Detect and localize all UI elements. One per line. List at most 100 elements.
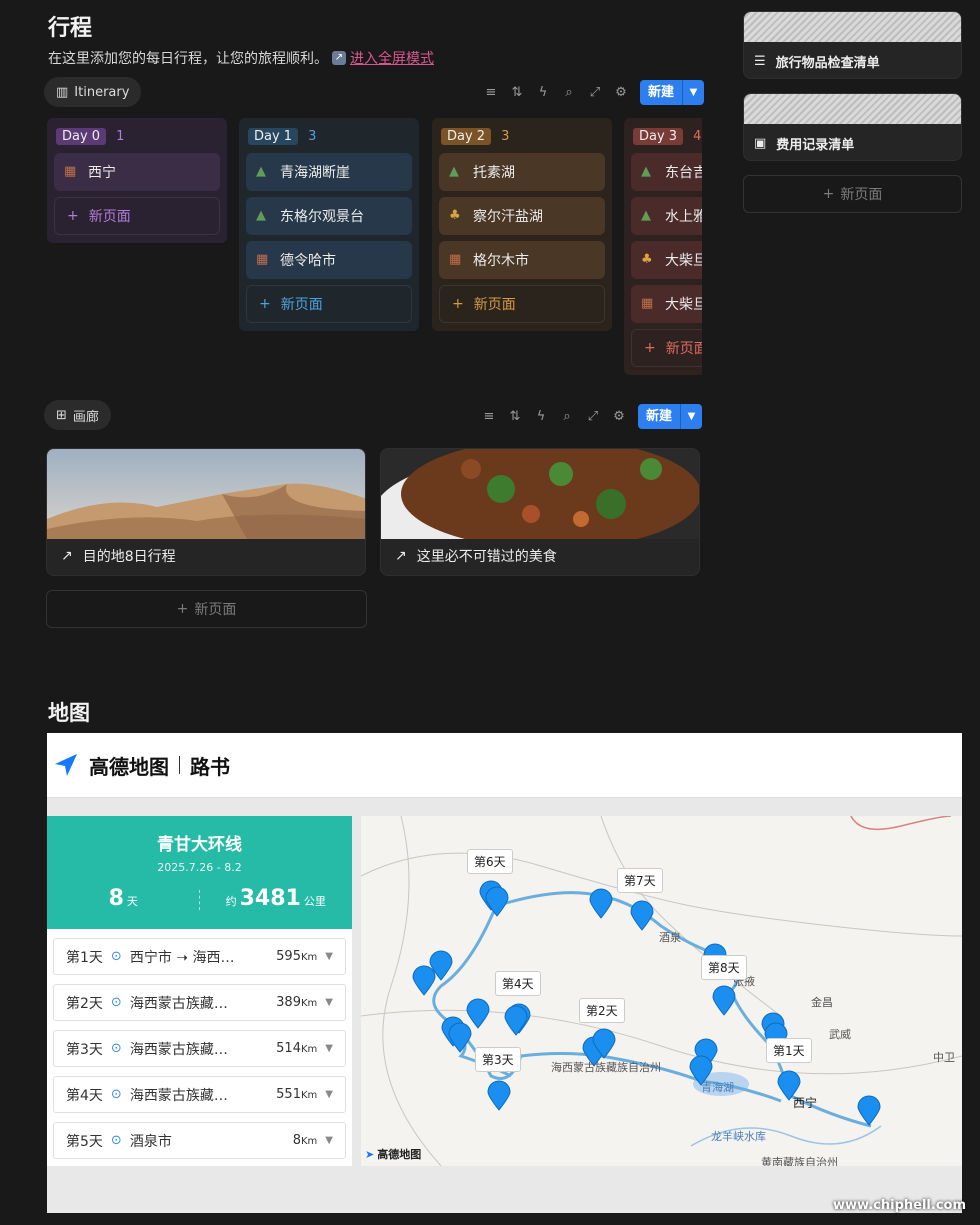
board-card[interactable]: ▲ 托素湖 — [439, 153, 605, 191]
day-marker-label[interactable]: 第4天 — [495, 971, 541, 996]
chevron-down-icon[interactable]: ▼ — [682, 80, 704, 105]
automation-icon[interactable]: ϟ — [536, 85, 550, 100]
distance-unit: Km — [300, 1044, 318, 1055]
day-marker-label[interactable]: 第1天 — [766, 1038, 812, 1063]
chevron-down-icon[interactable]: ▼ — [680, 404, 702, 429]
day-row[interactable]: 第4天 ⊙ 海西蒙古族藏… 551Km ▼ — [53, 1076, 346, 1113]
settings-icon[interactable]: ⚙ — [612, 409, 626, 424]
chevron-down-icon[interactable]: ▼ — [325, 997, 333, 1008]
day-marker-label[interactable]: 第8天 — [701, 955, 747, 980]
column-tag[interactable]: Day 3 — [633, 127, 684, 145]
sidebar-card-checklist[interactable]: ☰ 旅行物品检查清单 — [743, 11, 962, 79]
day-row[interactable]: 第5天 ⊙ 酒泉市 8Km ▼ — [53, 1122, 346, 1159]
day-stops: 海西蒙古族藏… — [129, 1087, 228, 1104]
expand-icon[interactable]: ⤢ — [588, 85, 602, 100]
board-card[interactable]: ▦ 德令哈市 — [246, 241, 412, 279]
distance-unit: Km — [300, 1136, 318, 1147]
new-button[interactable]: 新建 ▼ — [638, 404, 703, 429]
map-canvas[interactable]: 酒泉 张掖 金昌 武威 中卫 西宁 青海湖 海西蒙古族藏族自治州 龙羊峡水库 黄… — [361, 816, 962, 1166]
board-card[interactable]: ▦ 大柴旦镇 — [631, 285, 702, 323]
place-name: 西宁 — [793, 1096, 818, 1110]
board-card[interactable]: ▦ 西宁 — [54, 153, 220, 191]
subtitle-text: 在这里添加您的每日行程，让您的旅程顺利。 — [48, 51, 328, 67]
island-icon: ♣ — [449, 208, 461, 223]
settings-icon[interactable]: ⚙ — [614, 85, 628, 100]
card-title: 格尔木市 — [473, 253, 529, 269]
sidebar-card-expenses[interactable]: ▣ 费用记录清单 — [743, 93, 962, 161]
column-tag[interactable]: Day 0 — [56, 127, 107, 145]
day-marker-label[interactable]: 第6天 — [467, 849, 513, 874]
add-page-label: 新页面 — [280, 297, 323, 313]
map-header: 高德地图 路书 — [47, 733, 962, 798]
day-distance: 595Km — [276, 949, 317, 964]
expand-icon[interactable]: ⤢ — [586, 409, 600, 424]
gallery-card-food[interactable]: ↗ 这里必不可错过的美食 — [380, 448, 700, 576]
day-distance: 8Km — [293, 1133, 318, 1148]
gallery-add-page-button[interactable]: + 新页面 — [46, 590, 367, 628]
column-add-page-button[interactable]: + 新页面 — [54, 197, 220, 235]
board-card[interactable]: ▦ 格尔木市 — [439, 241, 605, 279]
board-card[interactable]: ▲ 东台吉乃尔湖 — [631, 153, 702, 191]
sort-icon[interactable]: ⇅ — [510, 85, 524, 100]
filter-icon[interactable]: ≡ — [484, 85, 498, 100]
automation-icon[interactable]: ϟ — [534, 409, 548, 424]
chevron-down-icon[interactable]: ▼ — [325, 1089, 333, 1100]
place-name: 中卫 — [933, 1051, 955, 1064]
view-tab-gallery[interactable]: ⊞ 画廊 — [44, 400, 111, 430]
column-tag[interactable]: Day 1 — [248, 127, 299, 145]
fullscreen-link[interactable]: 进入全屏模式 — [350, 48, 434, 68]
gallery-view-icon: ⊞ — [56, 407, 67, 423]
column-count: 1 — [116, 128, 125, 144]
filter-icon[interactable]: ≡ — [482, 409, 496, 424]
board-column: Day 3 4 ▲ 东台吉乃尔湖 ▲ 水上雅丹 ♣ 大柴旦翡翠湖 ▦ 大柴旦镇 + 新页面 — [624, 118, 702, 375]
sidebar-add-page-button[interactable]: + 新页面 — [743, 175, 962, 213]
route-panel: 青甘大环线 2025.7.26 - 8.2 8 天 约 3481 公里 第1天 ⊙… — [47, 816, 352, 1166]
new-button-label: 新建 — [646, 409, 673, 424]
chevron-down-icon[interactable]: ▼ — [325, 1135, 333, 1146]
location-pin-icon: ⊙ — [110, 1133, 122, 1148]
board-card[interactable]: ▲ 青海湖断崖 — [246, 153, 412, 191]
map-logo: ➤ 高德地图 — [365, 1146, 421, 1162]
chevron-down-icon[interactable]: ▼ — [325, 1043, 333, 1054]
sketch-image — [744, 12, 961, 42]
column-count: 3 — [501, 128, 510, 144]
route-distance: 约 3481 公里 — [200, 886, 353, 911]
column-count: 3 — [308, 128, 317, 144]
new-button[interactable]: 新建 ▼ — [640, 80, 705, 105]
sort-icon[interactable]: ⇅ — [508, 409, 522, 424]
day-row[interactable]: 第2天 ⊙ 海西蒙古族藏… 389Km ▼ — [53, 984, 346, 1021]
day-stops: 西宁市 ➝ 海西… — [129, 949, 235, 966]
gallery-card-itinerary[interactable]: ↗ 目的地8日行程 — [46, 448, 366, 576]
view-tab-itinerary[interactable]: ▥ Itinerary — [44, 77, 142, 107]
day-marker-label[interactable]: 第7天 — [617, 868, 663, 893]
gallery-card-title: 目的地8日行程 — [82, 549, 176, 565]
distance-value: 514 — [276, 1041, 301, 1056]
day-marker-label[interactable]: 第2天 — [579, 998, 625, 1023]
column-add-page-button[interactable]: + 新页面 — [439, 285, 605, 323]
search-icon[interactable]: ⌕ — [560, 409, 574, 424]
place-name: 金昌 — [811, 996, 833, 1009]
day-marker-label[interactable]: 第3天 — [475, 1047, 521, 1072]
view-tab-label: 画廊 — [72, 409, 99, 425]
itinerary-board: Day 0 1 ▦ 西宁 + 新页面 Day 1 3 ▲ 青海湖断崖 ▲ 东格尔观景台 ▦ 德令哈市 + 新页… — [47, 118, 702, 388]
column-add-page-button[interactable]: + 新页面 — [631, 329, 702, 367]
add-page-label: 新页面 — [88, 209, 131, 225]
day-label: 第2天 — [66, 995, 103, 1012]
board-card[interactable]: ▲ 水上雅丹 — [631, 197, 702, 235]
route-name: 青甘大环线 — [157, 835, 242, 855]
amap-logo-icon — [55, 754, 77, 776]
gallery-card-caption: ↗ 这里必不可错过的美食 — [381, 537, 699, 575]
board-card[interactable]: ▲ 东格尔观景台 — [246, 197, 412, 235]
board-card[interactable]: ♣ 大柴旦翡翠湖 — [631, 241, 702, 279]
chevron-down-icon[interactable]: ▼ — [325, 951, 333, 962]
route-summary: 青甘大环线 2025.7.26 - 8.2 8 天 约 3481 公里 — [47, 816, 352, 929]
board-card[interactable]: ♣ 察尔汗盐湖 — [439, 197, 605, 235]
day-row[interactable]: 第3天 ⊙ 海西蒙古族藏… 514Km ▼ — [53, 1030, 346, 1067]
day-row[interactable]: 第1天 ⊙ 西宁市 ➝ 海西… 595Km ▼ — [53, 938, 346, 975]
column-tag[interactable]: Day 2 — [441, 127, 492, 145]
column-add-page-button[interactable]: + 新页面 — [246, 285, 412, 323]
search-icon[interactable]: ⌕ — [562, 85, 576, 100]
hotel-icon: ▦ — [449, 252, 462, 267]
landscape-icon: ▲ — [256, 164, 266, 179]
landscape-icon: ▲ — [256, 208, 266, 223]
